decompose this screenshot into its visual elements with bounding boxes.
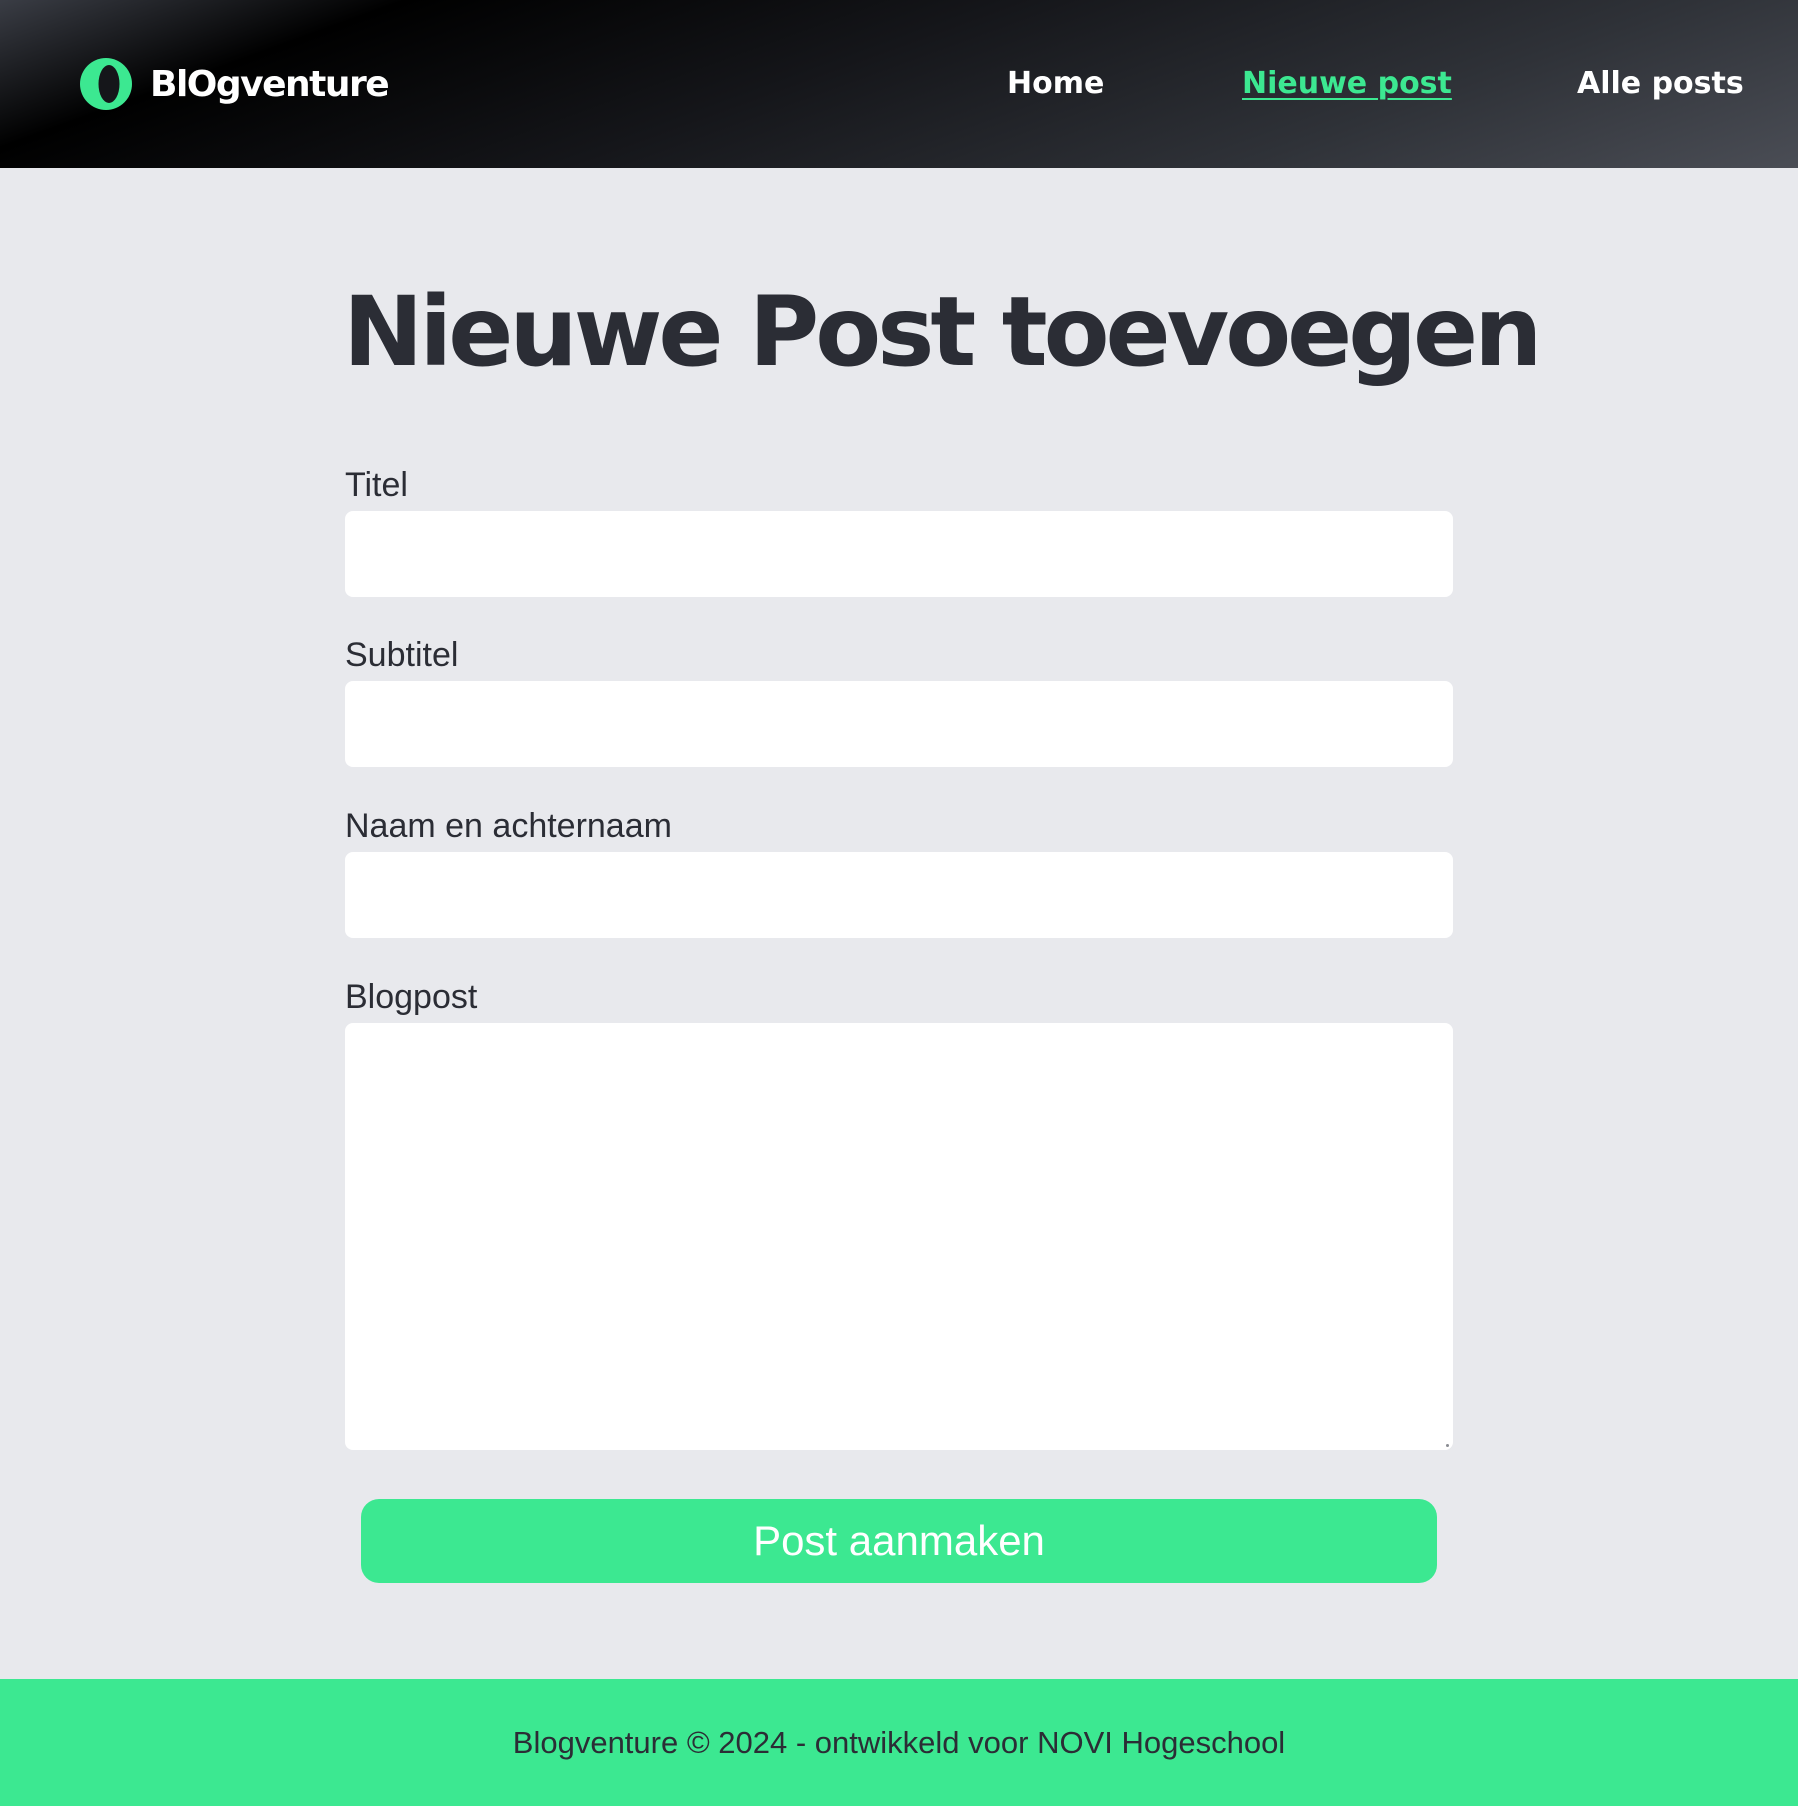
footer-text: Blogventure © 2024 - ontwikkeld voor NOV… <box>512 1725 1286 1760</box>
title-input[interactable] <box>345 511 1453 597</box>
title-label: Titel <box>345 466 408 504</box>
textarea-resize-handle[interactable] <box>1446 1444 1449 1447</box>
subtitle-label: Subtitel <box>345 636 459 674</box>
nav-item-all-posts[interactable]: Alle posts <box>1577 64 1744 104</box>
author-name-label: Naam en achternaam <box>345 807 672 845</box>
crescent-ring-icon <box>80 58 132 110</box>
subtitle-input[interactable] <box>345 681 1453 767</box>
brand-logo-link[interactable]: BlOgventure <box>80 56 390 112</box>
nav-item-new-post[interactable]: Nieuwe post <box>1242 64 1452 104</box>
brand-name: BlOgventure <box>150 63 390 105</box>
blogpost-textarea[interactable] <box>345 1023 1453 1450</box>
blogpost-label: Blogpost <box>345 978 478 1016</box>
page: BlOgventure Home Nieuwe post Alle posts … <box>0 0 1798 1806</box>
author-name-input[interactable] <box>345 852 1453 938</box>
site-header: BlOgventure Home Nieuwe post Alle posts <box>0 0 1798 168</box>
nav-item-home[interactable]: Home <box>1007 64 1104 104</box>
page-title: Nieuwe Post toevoegen <box>343 276 1542 388</box>
site-footer: Blogventure © 2024 - ontwikkeld voor NOV… <box>0 1679 1798 1806</box>
create-post-button[interactable]: Post aanmaken <box>361 1499 1437 1583</box>
